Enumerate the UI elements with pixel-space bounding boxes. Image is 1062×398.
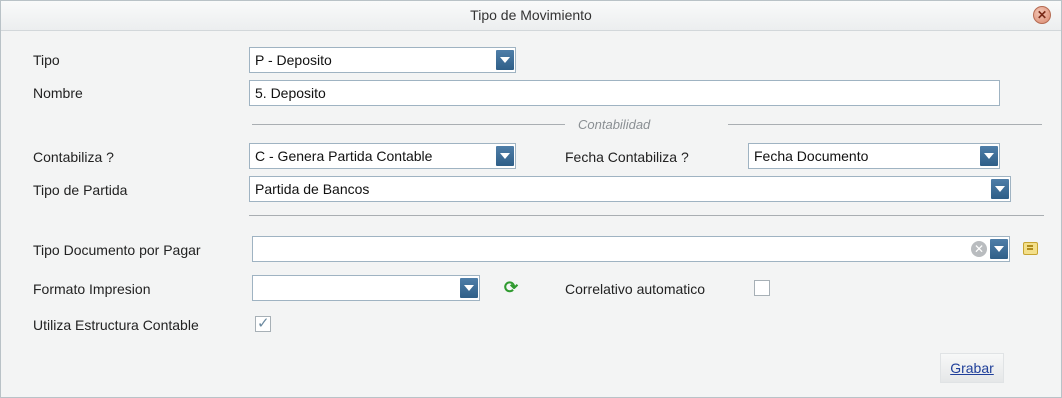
chevron-down-icon[interactable] — [496, 146, 514, 166]
contabiliza-select[interactable]: C - Genera Partida Contable — [249, 143, 516, 169]
save-button[interactable]: Grabar — [940, 353, 1004, 383]
tipo-documento-label: Tipo Documento por Pagar — [33, 242, 201, 258]
nombre-label: Nombre — [33, 85, 83, 101]
fecha-contabiliza-label: Fecha Contabiliza ? — [565, 149, 689, 165]
section-title-contabilidad: Contabilidad — [578, 117, 651, 132]
correlativo-checkbox[interactable] — [754, 280, 770, 296]
formato-impresion-select[interactable] — [252, 275, 480, 301]
clear-icon[interactable]: ✕ — [971, 241, 987, 257]
tipo-select[interactable]: P - Deposito — [249, 47, 516, 73]
estructura-checkbox[interactable] — [255, 314, 271, 332]
refresh-icon[interactable]: ⟳ — [502, 279, 520, 297]
chevron-down-icon[interactable] — [990, 239, 1008, 259]
correlativo-label: Correlativo automatico — [565, 281, 706, 297]
divider — [249, 215, 1044, 216]
tipo-label: Tipo — [33, 52, 60, 68]
close-icon[interactable]: ✕ — [1033, 6, 1051, 24]
formato-impresion-label: Formato Impresion — [33, 281, 151, 297]
tipo-documento-select[interactable]: ✕ — [252, 236, 1010, 262]
tipo-partida-select[interactable]: Partida de Bancos — [249, 176, 1011, 202]
section-divider-right — [728, 124, 1042, 125]
tipo-partida-label: Tipo de Partida — [33, 182, 128, 198]
fecha-contabiliza-value: Fecha Documento — [754, 148, 869, 164]
nombre-value: 5. Deposito — [255, 85, 326, 101]
dialog-title: Tipo de Movimiento — [470, 7, 592, 23]
note-icon[interactable] — [1023, 242, 1038, 255]
nombre-input[interactable]: 5. Deposito — [249, 80, 1000, 106]
fecha-contabiliza-select[interactable]: Fecha Documento — [748, 143, 1000, 169]
tipo-value: P - Deposito — [255, 52, 332, 68]
chevron-down-icon[interactable] — [496, 50, 514, 70]
contabiliza-label: Contabiliza ? — [33, 149, 114, 165]
title-bar: Tipo de Movimiento ✕ — [1, 1, 1061, 31]
chevron-down-icon[interactable] — [460, 278, 478, 298]
tipo-partida-value: Partida de Bancos — [255, 181, 370, 197]
chevron-down-icon[interactable] — [991, 179, 1009, 199]
estructura-label: Utiliza Estructura Contable — [33, 317, 199, 333]
chevron-down-icon[interactable] — [980, 146, 998, 166]
contabiliza-value: C - Genera Partida Contable — [255, 148, 433, 164]
section-divider-left — [252, 124, 565, 125]
movement-type-dialog: Tipo de Movimiento ✕ Tipo P - Deposito N… — [0, 0, 1062, 398]
